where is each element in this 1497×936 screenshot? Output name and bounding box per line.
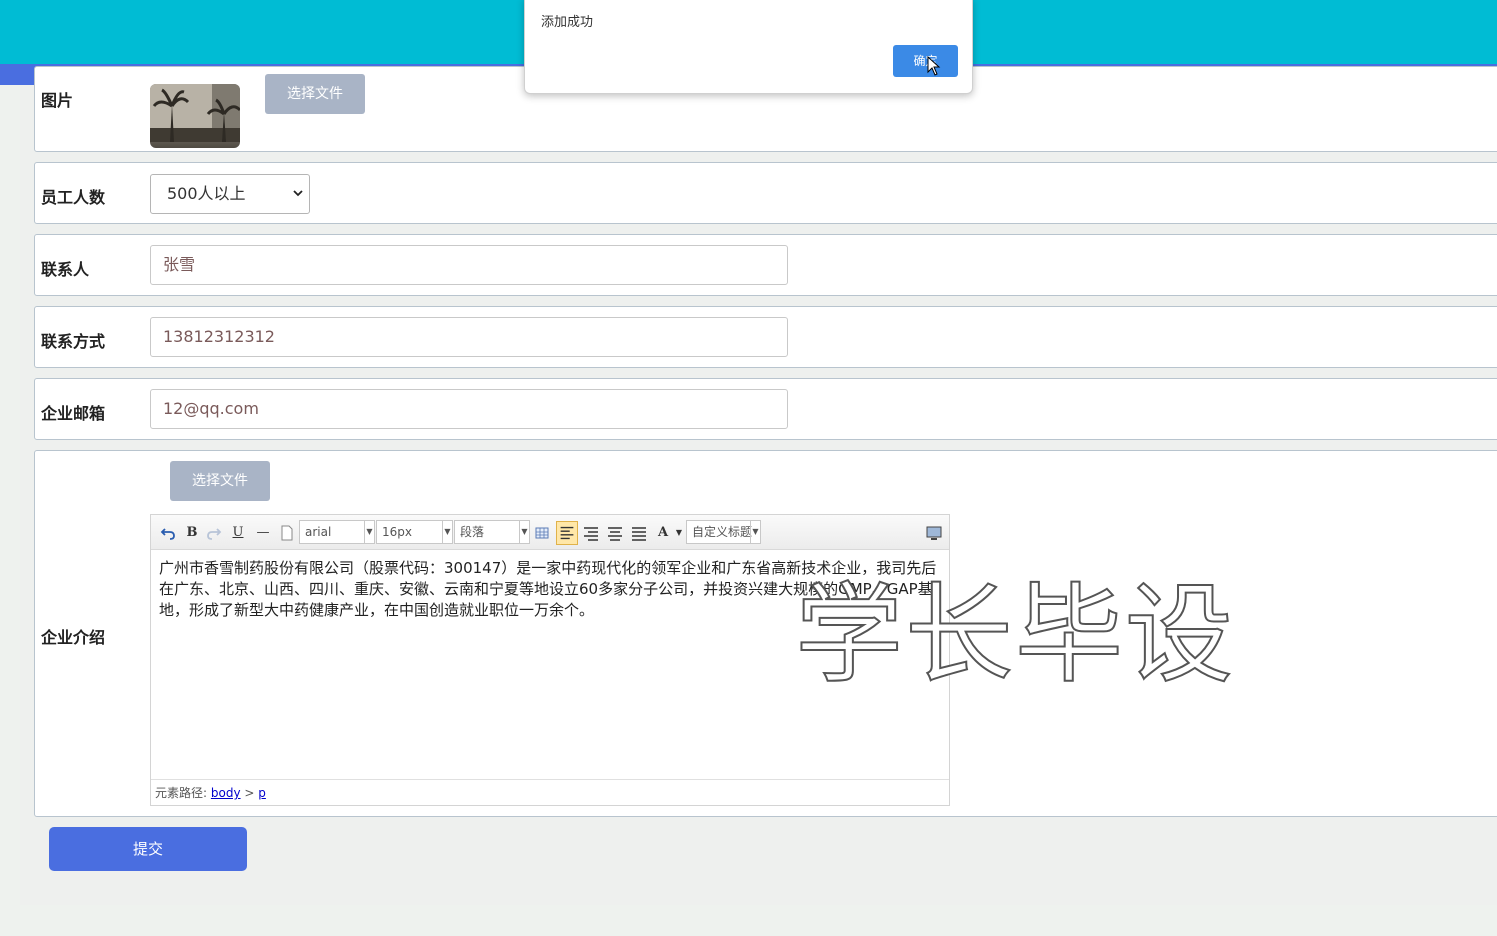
contact-input[interactable]: 张雪 [150,245,788,285]
editor-status-bar: 元素路径: body > p [151,779,949,805]
dialog-message: 添加成功 [541,15,594,30]
employees-select-value: 500人以上 [167,184,246,203]
palm-tree-image-icon [150,84,240,142]
font-family-value: arial [305,525,332,539]
chevron-down-icon: ▼ [364,521,374,543]
table-icon[interactable] [533,524,551,542]
align-right-icon[interactable] [582,524,600,542]
contact-label: 联系人 [41,260,90,279]
watermark-text: 学长毕设 [794,572,1236,699]
chevron-down-icon: ▼ [750,521,760,543]
paragraph-value: 段落 [460,525,485,539]
phone-row: 联系方式 13812312312 [34,306,1497,368]
image-label: 图片 [41,91,74,110]
choose-image-button[interactable]: 选择文件 [265,74,365,114]
submit-button[interactable]: 提交 [49,827,247,871]
document-icon[interactable] [278,524,296,542]
custom-title-select[interactable]: 自定义标题 ▼ [686,520,761,544]
path-body-link[interactable]: body [211,786,241,800]
chevron-down-icon [293,190,303,197]
path-separator: > [244,786,255,800]
employees-row: 员工人数 500人以上 [34,162,1497,224]
contact-row: 联系人 张雪 [34,234,1497,296]
intro-row: 企业介绍 选择文件 B U — arial ▼ 16px ▼ 段落 ▼ A ▼ 自定义… [34,450,1497,817]
element-path-label: 元素路径: [155,786,208,800]
email-row: 企业邮箱 12@qq.com [34,378,1497,440]
font-size-value: 16px [382,525,412,539]
email-input[interactable]: 12@qq.com [150,389,788,429]
custom-title-value: 自定义标题 [692,525,753,539]
company-image-thumbnail [150,84,240,148]
choose-file-button[interactable]: 选择文件 [170,461,270,501]
font-family-select[interactable]: arial ▼ [299,520,375,544]
path-p-link[interactable]: p [258,786,266,800]
underline-icon[interactable]: U [229,524,247,542]
dialog-ok-button[interactable]: 确定 [893,45,958,77]
editor-toolbar: B U — arial ▼ 16px ▼ 段落 ▼ A ▼ 自定义标题 ▼ [151,515,949,550]
mouse-cursor-icon [927,56,941,76]
chevron-down-icon: ▼ [519,521,529,543]
align-center-icon[interactable] [606,524,624,542]
intro-label: 企业介绍 [41,628,106,647]
employees-label: 员工人数 [41,188,106,207]
align-left-icon[interactable] [556,521,578,545]
employees-select[interactable]: 500人以上 [150,174,310,214]
phone-input[interactable]: 13812312312 [150,317,788,357]
undo-icon[interactable] [159,524,177,542]
alert-dialog: 添加成功 确定 [524,0,973,94]
redo-icon[interactable] [205,524,223,542]
email-label: 企业邮箱 [41,404,106,423]
fullscreen-icon[interactable] [925,524,943,542]
chevron-down-icon: ▼ [442,521,452,543]
phone-label: 联系方式 [41,332,106,351]
horizontal-rule-icon[interactable]: — [254,524,272,542]
align-justify-icon[interactable] [630,524,648,542]
font-size-select[interactable]: 16px ▼ [376,520,453,544]
paragraph-select[interactable]: 段落 ▼ [454,520,530,544]
bold-icon[interactable]: B [183,524,201,542]
